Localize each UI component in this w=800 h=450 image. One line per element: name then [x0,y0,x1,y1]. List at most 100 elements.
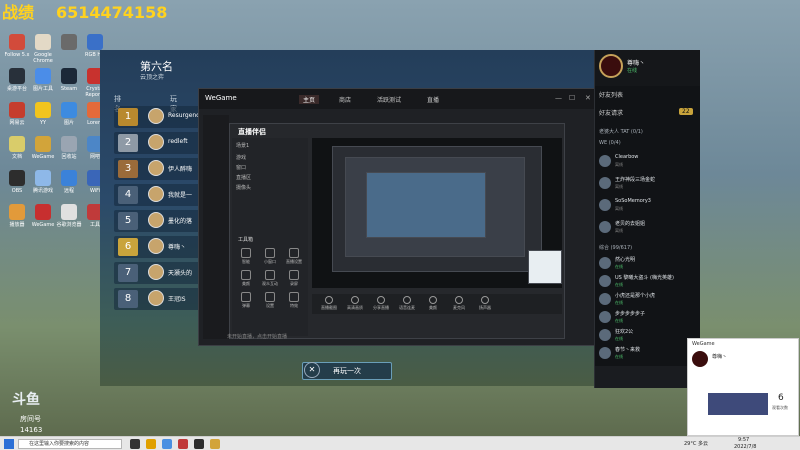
friend-name: US 黎曦大盗斗 (嗨光英雄) [615,275,674,281]
close-icon[interactable]: ✕ [304,362,320,378]
live-toolbar-button[interactable]: 扬声器 [474,296,496,311]
friends-header: 尊嗨丶 在线 [595,50,700,86]
toolbar-label: 麦克风 [453,305,465,310]
wegame-logo: WeGame [205,94,237,102]
avatar[interactable] [599,54,623,78]
tab-test[interactable]: 活跃测试 [377,95,401,104]
friend-item[interactable]: SoSoMemory3 离线 [599,198,699,216]
avatar[interactable] [148,108,164,124]
tool-button[interactable]: 设置 [260,292,280,309]
friend-name: 步步步步步子 [615,311,646,317]
friend-item[interactable]: 然心光明 在线 [599,256,699,274]
friend-item[interactable]: US 黎曦大盗斗 (嗨光英雄) 在线 [599,274,699,292]
scene-item[interactable]: 直播区 [236,174,251,181]
desktop-icon[interactable]: 播放器 [4,204,30,228]
desktop-icon[interactable]: 图片 [56,102,82,126]
friend-status: 离线 [615,206,623,211]
friend-item[interactable]: 狂欢2公 在线 [599,328,699,346]
desktop-icon-label: 腾讯游戏 [32,188,53,194]
tool-button[interactable]: 智能 [236,248,256,265]
wegame-sidebar [203,115,229,339]
desktop-icon[interactable]: Google Chrome [30,34,56,64]
desktop-icon[interactable]: 网易云 [4,102,30,126]
tab-store[interactable]: 商店 [339,95,351,104]
friend-item[interactable]: 步步步步步子 在线 [599,310,699,328]
minimize-icon[interactable]: — [555,94,562,102]
avatar[interactable] [148,212,164,228]
live-preview [312,138,562,288]
obs-taskbar-icon[interactable] [194,439,204,449]
wegame-taskbar-icon[interactable] [178,439,188,449]
avatar[interactable] [148,186,164,202]
app-icon [61,136,77,152]
toolbar-icon [429,296,437,304]
scene-item[interactable]: 游戏 [236,154,246,161]
live-toolbar-button[interactable]: 直播截图 [318,296,340,311]
desktop-icon[interactable]: YY [30,102,56,126]
avatar[interactable] [148,264,164,280]
tab-home[interactable]: 主页 [299,95,320,104]
friend-item[interactable]: 王炸神段三场金蛇 离线 [599,176,699,194]
rank-number: 6 [118,238,138,256]
scene-item[interactable]: 窗口 [236,164,246,171]
avatar[interactable] [148,134,164,150]
desktop-icon[interactable]: 远程 [56,170,82,194]
desktop-icon[interactable]: WeGame [30,204,56,228]
tool-icon [289,270,299,280]
tool-button[interactable]: 直播设置 [284,248,304,265]
friend-item[interactable]: 小虎还是那个小虎 在线 [599,292,699,310]
desktop-icon-label: WeGame [31,154,55,160]
desktop-icon[interactable]: 谷歌浏览器 [56,204,82,228]
tool-button[interactable]: 观众互动 [260,270,280,287]
user-name: 尊嗨丶 [627,60,646,67]
toolbar-icon [455,296,463,304]
tab-live[interactable]: 直播 [427,95,439,104]
scene-item[interactable]: 场景1 [236,142,249,149]
desktop-icon[interactable]: 桌游平台 [4,68,30,92]
app-icon [61,204,77,220]
file-explorer-icon[interactable] [146,439,156,449]
friend-group[interactable]: 综合 (99/617) [599,244,632,251]
scene-item[interactable]: 摄像头 [236,184,251,191]
app-icon [61,170,77,186]
task-view-icon[interactable] [130,439,140,449]
desktop-icon[interactable]: 回收站 [56,136,82,160]
desktop-icon[interactable]: 腾讯游戏 [30,170,56,194]
live-toolbar-button[interactable]: 语音连麦 [396,296,418,311]
live-toolbar-button[interactable]: 高清画质 [344,296,366,311]
friend-item[interactable]: 春节丶来救 在线 [599,346,699,364]
friend-group[interactable]: 老婆大人 TAT (0/1) [599,128,643,135]
tool-button[interactable]: 特效 [284,292,304,309]
tool-button[interactable]: 弹幕 [236,292,256,309]
friend-item[interactable]: 老贝的去姐姐 离线 [599,220,699,238]
tool-button[interactable]: 录屏 [284,270,304,287]
desktop-icon[interactable]: Steam [56,68,82,92]
maximize-icon[interactable]: ☐ [569,94,575,102]
live-toolbar-button[interactable]: 美颜 [422,296,444,311]
live-toolbar-button[interactable]: 麦克风 [448,296,470,311]
desktop-icon[interactable]: Follow 5.x [4,34,30,58]
toolbar-label: 语音连麦 [399,305,415,310]
friends-panel: 尊嗨丶 在线 好友列表 好友请求 22 老婆大人 TAT (0/1) WE (0… [594,50,700,388]
desktop-icon[interactable]: 文档 [4,136,30,160]
tool-button[interactable]: 小窗口 [260,248,280,265]
desktop-icon[interactable]: 图片工具 [30,68,56,92]
taskbar-search[interactable]: 在这里输入你要搜索的内容 [18,439,122,449]
friend-requests-link[interactable]: 好友请求 [599,108,623,117]
live-toolbar-button[interactable]: 分享直播 [370,296,392,311]
avatar[interactable] [148,290,164,306]
avatar[interactable] [148,160,164,176]
close-icon[interactable]: ✕ [585,94,591,102]
desktop-icon[interactable] [56,34,82,52]
friend-group[interactable]: WE (0/4) [599,140,621,146]
start-icon[interactable] [4,439,14,449]
desktop-icon[interactable]: OBS [4,170,30,194]
desktop-icon[interactable]: WeGame [30,136,56,160]
friend-item[interactable]: Clearbow 离线 [599,154,699,172]
avatar[interactable] [148,238,164,254]
game-taskbar-icon[interactable] [210,439,220,449]
popup-thumbnails [708,393,768,415]
desktop-icon-label: 图片 [63,120,74,126]
browser-icon[interactable] [162,439,172,449]
tool-button[interactable]: 美颜 [236,270,256,287]
